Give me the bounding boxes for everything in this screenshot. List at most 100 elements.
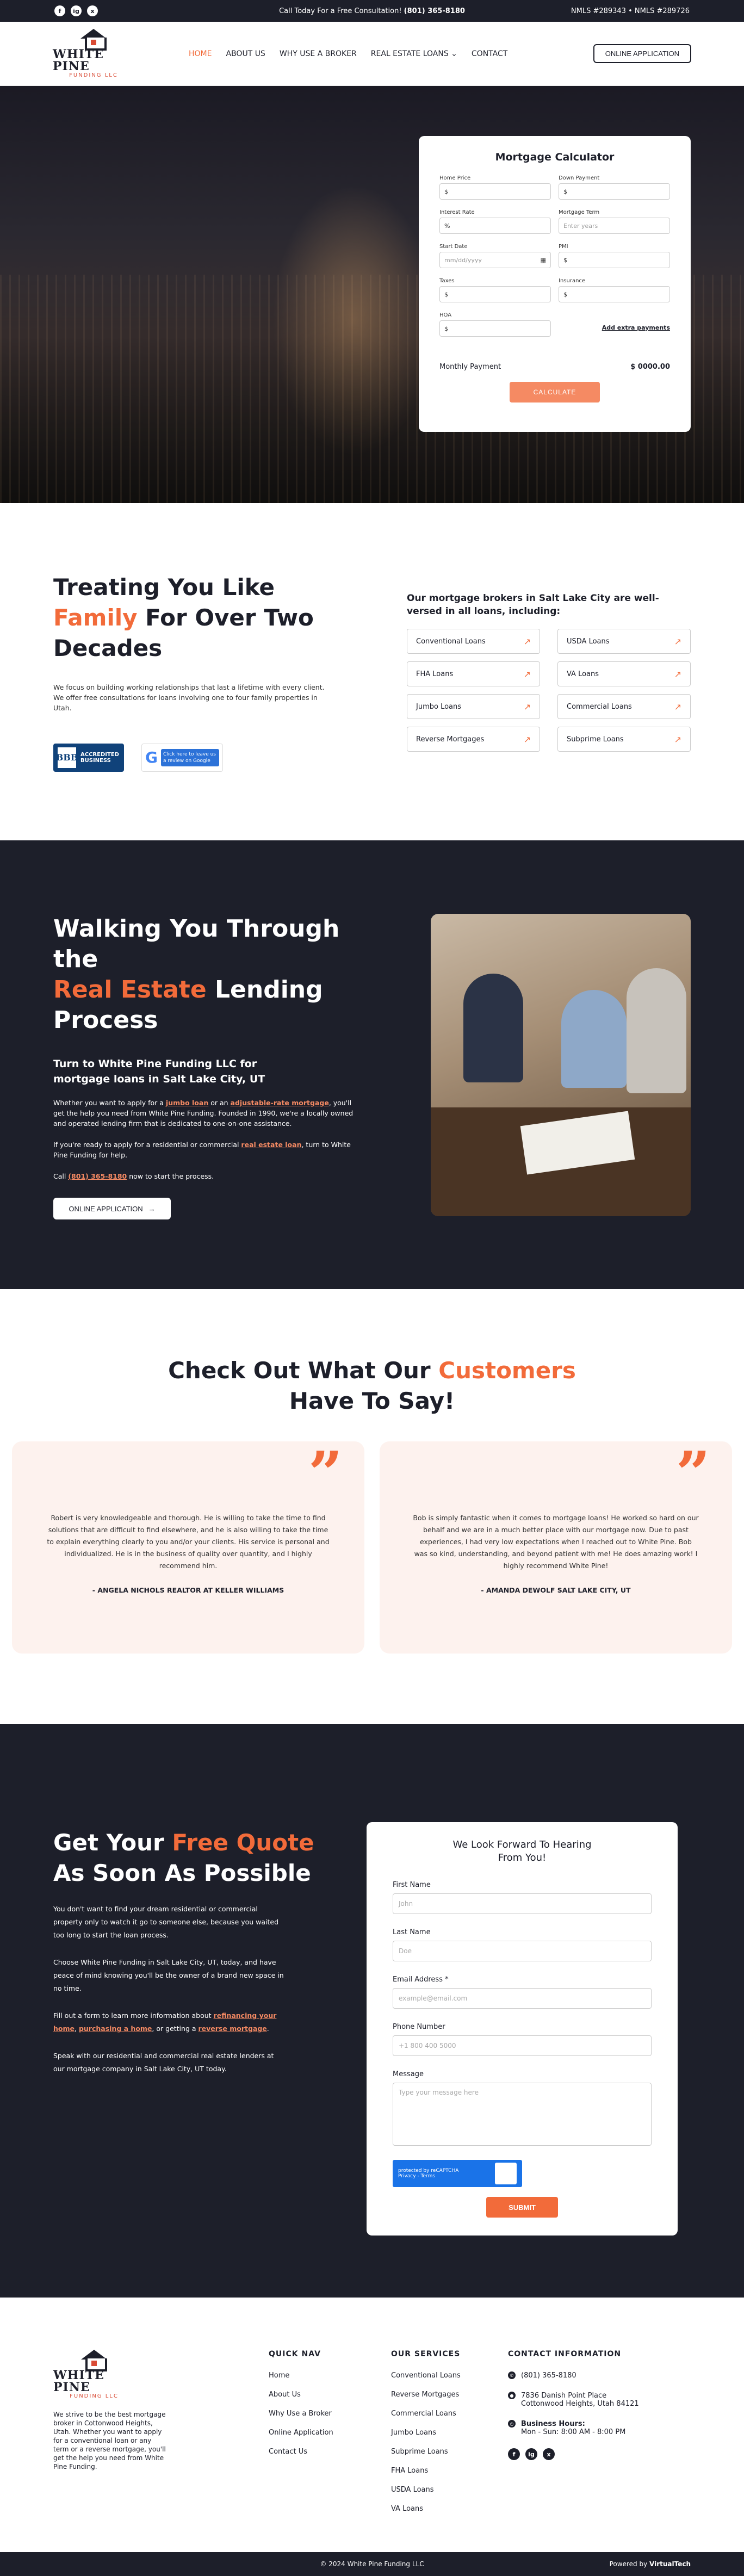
calculate-button[interactable]: CALCULATE <box>510 382 600 403</box>
lending-paragraph-1: Whether you want to apply for a jumbo lo… <box>53 1099 354 1128</box>
nav-contact[interactable]: CONTACT <box>472 49 507 58</box>
testimonial-author: - ANGELA NICHOLS REALTOR AT KELLER WILLI… <box>92 1586 284 1594</box>
site-logo[interactable]: WHITE PINE FUNDING LLC <box>53 29 134 78</box>
instagram-icon[interactable]: ig <box>71 5 82 16</box>
arrow-up-right-icon: ↗ <box>523 668 531 679</box>
footer-service-link[interactable]: USDA Loans <box>391 2486 508 2494</box>
field-label: Email Address * <box>393 1976 449 1984</box>
home-price-input[interactable]: $ <box>439 183 551 200</box>
loan-label: Conventional Loans <box>416 637 486 646</box>
interest-rate-input[interactable]: % <box>439 218 551 234</box>
loans-grid: Conventional Loans ↗ USDA Loans ↗ FHA Loan… <box>407 629 691 752</box>
hoa-input[interactable]: $ <box>439 320 551 337</box>
mortgage-calculator: Mortgage Calculator Home Price $ Down Pay… <box>419 136 691 432</box>
top-phone-link[interactable]: (801) 365-8180 <box>404 7 465 15</box>
heading-accent: Family <box>53 604 138 631</box>
broker-meeting-photo <box>431 914 691 1216</box>
loan-item[interactable]: Commercial Loans ↗ <box>557 694 691 719</box>
purchasing-link[interactable]: purchasing a home <box>79 2024 152 2033</box>
footer-service-link[interactable]: Jumbo Loans <box>391 2429 508 2437</box>
footer-hours: ◷ Business Hours: Mon - Sun: 8:00 AM - 8:0… <box>508 2420 649 2436</box>
footer-nav-link[interactable]: Home <box>269 2371 391 2380</box>
footer-address[interactable]: ● 7836 Danish Point Place Cottonwood Heig… <box>508 2392 649 2408</box>
footer-service-link[interactable]: Conventional Loans <box>391 2371 508 2380</box>
nav-why-broker[interactable]: WHY USE A BROKER <box>280 49 357 58</box>
copyright-bar: © 2024 White Pine Funding LLC Powered by… <box>0 2552 744 2576</box>
family-text: We focus on building working relationshi… <box>53 683 325 712</box>
arrow-up-right-icon: ↗ <box>523 636 531 647</box>
reverse-mortgage-link[interactable]: reverse mortgage <box>199 2024 267 2033</box>
arrow-up-right-icon: ↗ <box>674 636 681 647</box>
calendar-icon[interactable]: ▦ <box>541 257 546 264</box>
bbb-badge[interactable]: BBB ACCREDITED BUSINESS <box>53 743 124 772</box>
top-social-links: f ig x <box>54 5 98 16</box>
hours-text: Mon - Sun: 8:00 AM - 8:00 PM <box>521 2428 626 2436</box>
footer-nav-link[interactable]: Why Use a Broker <box>269 2410 391 2418</box>
loan-item[interactable]: Subprime Loans ↗ <box>557 727 691 752</box>
lending-process-section: Walking You Through the Real Estate Lendi… <box>0 840 744 1289</box>
pmi-input[interactable]: $ <box>559 252 670 268</box>
instagram-icon[interactable]: ig <box>525 2448 537 2460</box>
footer-service-link[interactable]: Commercial Loans <box>391 2410 508 2418</box>
footer-service-link[interactable]: Subprime Loans <box>391 2448 508 2456</box>
nav-real-estate-loans-label: REAL ESTATE LOANS <box>370 49 449 58</box>
last-name-input[interactable]: Doe <box>393 1941 652 1961</box>
real-estate-loan-link[interactable]: real estate loan <box>241 1141 301 1149</box>
heading-accent: Real Estate <box>53 976 207 1004</box>
footer-about: We strive to be the best mortgage broker… <box>53 2411 166 2470</box>
loan-item[interactable]: FHA Loans ↗ <box>407 661 540 686</box>
adjustable-rate-link[interactable]: adjustable-rate mortgage <box>231 1099 329 1107</box>
arrow-right-icon: → <box>148 1204 156 1213</box>
message-textarea[interactable]: Type your message here <box>393 2083 652 2146</box>
nav-real-estate-loans[interactable]: REAL ESTATE LOANS ⌄ <box>371 49 457 58</box>
first-name-input[interactable]: John <box>393 1893 652 1914</box>
down-payment-input[interactable]: $ <box>559 183 670 200</box>
testimonial-card: ” Bob is simply fantastic when it comes … <box>380 1441 732 1654</box>
online-application-button-2[interactable]: ONLINE APPLICATION → <box>53 1198 171 1219</box>
lending-heading: Walking You Through the Real Estate Lendi… <box>53 914 358 1036</box>
footer-service-link[interactable]: FHA Loans <box>391 2467 508 2475</box>
field-label: Taxes <box>439 278 455 284</box>
footer-nav-link[interactable]: Online Application <box>269 2429 391 2437</box>
phone-link[interactable]: (801) 365-8180 <box>68 1172 127 1180</box>
x-icon[interactable]: x <box>87 5 98 16</box>
arrow-up-right-icon: ↗ <box>523 701 531 712</box>
loan-item[interactable]: VA Loans ↗ <box>557 661 691 686</box>
submit-button[interactable]: SUBMIT <box>486 2197 558 2218</box>
contact-title: CONTACT INFORMATION <box>508 2350 622 2358</box>
nav-about[interactable]: ABOUT US <box>226 49 265 58</box>
email-input[interactable]: example@email.com <box>393 1988 652 2009</box>
loan-item[interactable]: USDA Loans ↗ <box>557 629 691 654</box>
heading-accent: Customers <box>438 1357 576 1384</box>
loan-item[interactable]: Reverse Mortgages ↗ <box>407 727 540 752</box>
insurance-input[interactable]: $ <box>559 286 670 302</box>
start-date-input[interactable]: mm/dd/yyyy ▦ <box>439 252 551 268</box>
top-cta-text: Call Today For a Free Consultation! <box>279 7 402 15</box>
field-label: Mortgage Term <box>559 209 600 215</box>
recaptcha-icon <box>495 2163 517 2184</box>
phone-input[interactable]: +1 800 400 5000 <box>393 2035 652 2056</box>
recaptcha-widget[interactable]: protected by reCAPTCHA Privacy - Terms <box>393 2160 522 2187</box>
facebook-icon[interactable]: f <box>54 5 65 16</box>
mortgage-term-input[interactable]: Enter years <box>559 218 670 234</box>
footer-social: f ig x <box>508 2448 649 2460</box>
jumbo-loan-link[interactable]: jumbo loan <box>166 1099 208 1107</box>
footer-nav-link[interactable]: About Us <box>269 2391 391 2399</box>
footer-nav-link[interactable]: Contact Us <box>269 2448 391 2456</box>
facebook-icon[interactable]: f <box>508 2448 520 2460</box>
footer-service-link[interactable]: Reverse Mortgages <box>391 2391 508 2399</box>
loan-item[interactable]: Jumbo Loans ↗ <box>407 694 540 719</box>
quote-paragraph-4: Speak with our residential and commercia… <box>53 2052 274 2073</box>
footer-logo[interactable]: WHITE PINE FUNDING LLC <box>53 2350 135 2399</box>
nav-home[interactable]: HOME <box>189 49 212 58</box>
field-label: Message <box>393 2070 424 2078</box>
online-application-button[interactable]: ONLINE APPLICATION <box>593 44 691 63</box>
taxes-input[interactable]: $ <box>439 286 551 302</box>
quote-heading: Get Your Free Quote As Soon As Possible <box>53 1828 336 1888</box>
loan-item[interactable]: Conventional Loans ↗ <box>407 629 540 654</box>
google-review-badge[interactable]: G Click here to leave us a review on Goog… <box>141 743 223 772</box>
add-extra-payments-link[interactable]: Add extra payments <box>559 324 670 343</box>
footer-service-link[interactable]: VA Loans <box>391 2505 508 2513</box>
footer-phone[interactable]: ✆ (801) 365-8180 <box>508 2371 649 2380</box>
x-icon[interactable]: x <box>543 2448 555 2460</box>
